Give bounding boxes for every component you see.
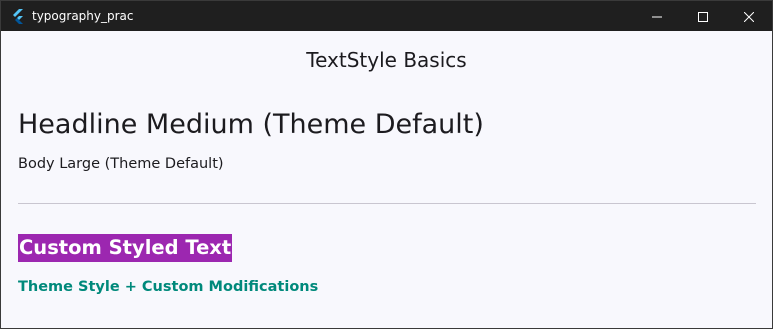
maximize-button[interactable] (680, 1, 726, 31)
minimize-button[interactable] (634, 1, 680, 31)
theme-modified-text: Theme Style + Custom Modifications (18, 279, 319, 295)
window-title: typography_prac (32, 9, 134, 23)
flutter-logo-icon (10, 8, 26, 24)
custom-styled-text: Custom Styled Text (18, 234, 233, 262)
divider (18, 203, 756, 204)
close-button[interactable] (726, 1, 772, 31)
body-large-text: Body Large (Theme Default) (18, 156, 224, 172)
page-content: TextStyle Basics Headline Medium (Theme … (1, 31, 772, 328)
minimize-icon (652, 7, 662, 26)
headline-medium-text: Headline Medium (Theme Default) (18, 109, 484, 140)
title-bar[interactable]: typography_prac (1, 1, 772, 31)
maximize-icon (698, 7, 708, 26)
app-window: typography_prac TextStyle Basics Headlin… (0, 0, 773, 329)
page-title: TextStyle Basics (306, 48, 467, 72)
close-icon (743, 7, 755, 26)
